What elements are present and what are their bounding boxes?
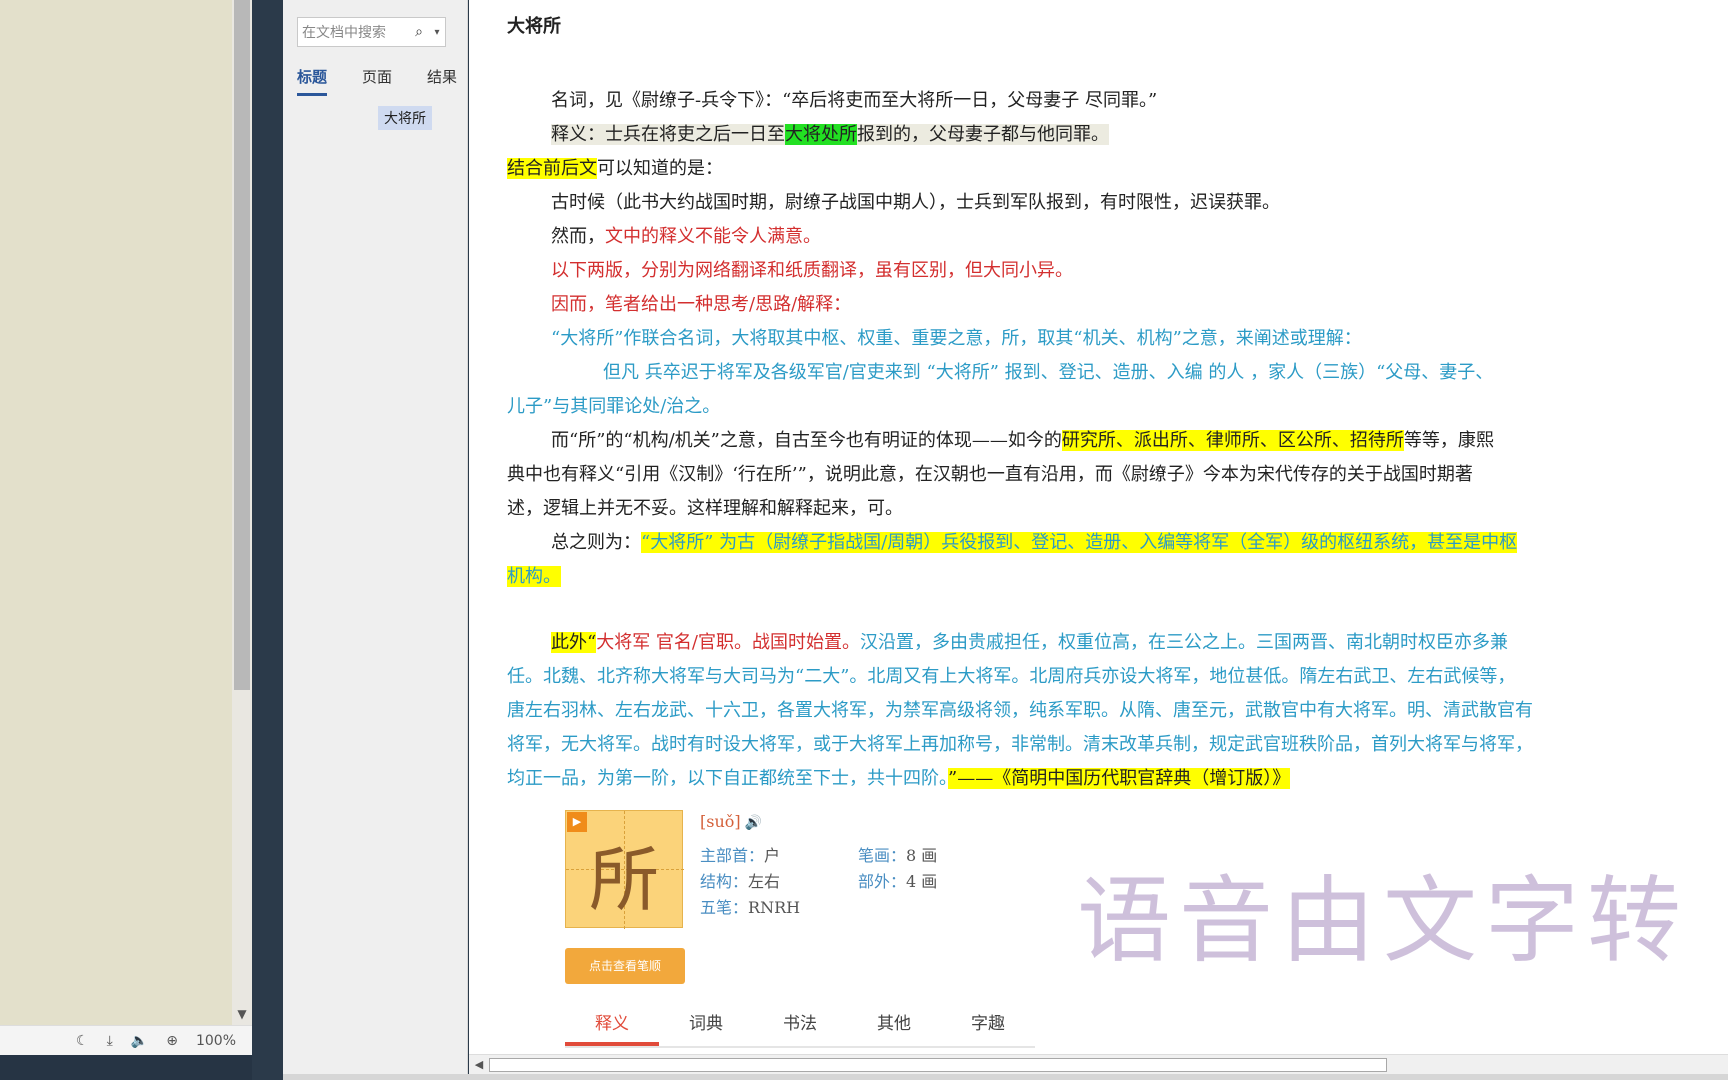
text-run: 大将军 官名/官职。战国时始置。	[596, 632, 860, 653]
document-page[interactable]: 大将所 名词，见《尉缭子-兵令下》：“卒后将吏而至大将所一日，父母妻子 尽同罪。…	[469, 0, 1728, 1056]
bottom-border	[283, 1074, 1728, 1080]
text-run: 报到的，父母妻子都与他同罪。	[857, 124, 1109, 145]
watermark-text: 语音由文字转	[1077, 867, 1690, 976]
paragraph: 任。北魏、北齐称大将军与大司马为“二大”。北周又有上大将军。北周府兵亦设大将军，…	[507, 666, 1516, 687]
horizontal-scrollbar[interactable]: ◀	[469, 1054, 1728, 1074]
paragraph: 名词，见《尉缭子-兵令下》：“卒后将吏而至大将所一日，父母妻子 尽同罪。”	[551, 90, 1158, 111]
pinyin: [suǒ] 🔊	[700, 812, 762, 831]
dict-tab-fun[interactable]: 字趣	[941, 1004, 1035, 1046]
speaker-icon[interactable]: 🔊	[745, 815, 762, 831]
doc-title: 大将所	[507, 16, 561, 37]
search-placeholder[interactable]: 在文档中搜索	[302, 22, 409, 42]
paragraph: 典中也有释义“引用《汉制》‘行在所’”，说明此意，在汉朝也一直有沿用，而《尉缭子…	[507, 464, 1473, 485]
text-run: 释义：士兵在将吏之后一日至	[551, 124, 785, 145]
paragraph: 唐左右羽林、左右龙武、十六卫，各置大将军，为禁军高级将领，纯系军职。从隋、唐至元…	[507, 700, 1533, 721]
scroll-left-arrow-icon[interactable]: ◀	[471, 1057, 487, 1073]
character-glyph: 所	[589, 839, 659, 921]
paragraph: 述，逻辑上并无不妥。这样理解和解释起来，可。	[507, 498, 903, 519]
zoom-in-icon[interactable]: ⊕	[166, 1033, 178, 1049]
status-bar: ☾ ⤓ 🔈 ⊕ 100%	[0, 1025, 252, 1055]
paragraph: 古时候（此书大约战国时期，尉缭子战国中期人），士兵到军队报到，有时限性，迟误获罪…	[551, 192, 1280, 213]
dict-tab-calligraphy[interactable]: 书法	[753, 1004, 847, 1046]
paragraph: 而“所”的“机构/机关”之意，自古至今也有明证的体现——如今的研究所、派出所、律…	[551, 428, 1494, 454]
dict-value: 左右	[748, 872, 781, 891]
scroll-down-arrow-icon[interactable]: ▼	[234, 1005, 250, 1023]
dict-label: 五笔：	[700, 898, 749, 917]
dict-value: 4 画	[906, 872, 938, 891]
paragraph: 均正一品，为第一阶，以下自正都统至下士，共十四阶。”——《简明中国历代职官辞典（…	[507, 766, 1291, 792]
dict-radical: 主部首：户	[700, 842, 780, 866]
pinyin-text: [suǒ]	[700, 812, 741, 831]
text-run: 而“所”的“机构/机关”之意，自古至今也有明证的体现——如今的	[551, 430, 1062, 451]
paragraph: 将军，无大将军。战时有时设大将军，或于大将军上再加称号，非常制。清末改革兵制，规…	[507, 734, 1533, 755]
highlighted-text: 大将处所	[785, 124, 857, 145]
tab-pages[interactable]: 页面	[362, 66, 392, 96]
text-run: 总之则为：	[551, 532, 641, 553]
tab-headings[interactable]: 标题	[297, 66, 328, 96]
vertical-scrollbar-thumb[interactable]	[234, 0, 250, 690]
dict-label: 结构：	[700, 872, 749, 891]
dictionary-tabs: 释义 词典 书法 其他 字趣	[565, 1004, 1035, 1048]
highlighted-text: ”——《简明中国历代职官辞典（增订版）》	[948, 768, 1291, 789]
dict-tab-dictionary[interactable]: 词典	[659, 1004, 753, 1046]
dict-value: 户	[764, 846, 781, 865]
paragraph: 此外“大将军 官名/官职。战国时始置。汉沿置，多由贵戚担任，权重位高，在三公之上…	[551, 630, 1508, 656]
speaker-icon[interactable]: 🔈	[131, 1033, 148, 1049]
text-run: 文中的释义不能令人满意。	[605, 226, 821, 247]
dict-tab-definition[interactable]: 释义	[565, 1004, 659, 1046]
nav-search-input[interactable]: 在文档中搜索 ⌕ ▾	[297, 17, 446, 47]
text-run: 可以知道的是：	[597, 158, 723, 179]
navigation-pane: 在文档中搜索 ⌕ ▾ 标题 页面 结果 大将所	[283, 0, 468, 1080]
highlighted-text: 机构。	[507, 566, 561, 587]
dict-wubi: 五笔：RNRH	[700, 894, 800, 918]
dict-strokes: 笔画：8 画	[858, 842, 937, 866]
chevron-down-icon[interactable]: ▾	[429, 27, 445, 38]
dict-structure: 结构：左右	[700, 868, 780, 892]
stroke-order-button[interactable]: 点击查看笔顺	[565, 948, 685, 984]
dict-label: 部外：	[858, 872, 907, 891]
paragraph: 因而，笔者给出一种思考/思路/解释：	[551, 294, 852, 315]
text-run: 然而，	[551, 226, 605, 247]
dict-label: 主部首：	[700, 846, 765, 865]
highlighted-text: “大将所” 为古（尉缭子指战国/周朝）兵役报到、登记、造册、入编等将军（全军）级…	[641, 532, 1518, 553]
text-run: 汉沿置，多由贵戚担任，权重位高，在三公之上。三国两晋、南北朝时权臣亦多兼	[860, 632, 1508, 653]
nav-heading-item[interactable]: 大将所	[378, 106, 432, 130]
highlighted-text: 此外“	[551, 632, 597, 653]
paragraph: 儿子”与其同罪论处/治之。	[507, 396, 721, 417]
paragraph: 结合前后文可以知道的是：	[507, 156, 723, 182]
highlighted-text: 结合前后文	[507, 158, 597, 179]
paragraph: 但凡 兵卒迟于将军及各级军官/官吏来到 “大将所” 报到、登记、造册、入编 的人…	[603, 362, 1494, 383]
dict-value: RNRH	[748, 898, 801, 917]
dict-label: 笔画：	[858, 846, 907, 865]
text-run: 均正一品，为第一阶，以下自正都统至下士，共十四阶。	[507, 768, 948, 789]
moon-icon[interactable]: ☾	[76, 1033, 89, 1049]
paragraph: 以下两版，分别为网络翻译和纸质翻译，虽有区别，但大同小异。	[551, 260, 1073, 281]
download-icon[interactable]: ⤓	[107, 1033, 113, 1049]
paragraph: 释义：士兵在将吏之后一日至大将处所报到的，父母妻子都与他同罪。	[551, 122, 1109, 148]
text-run: 等等，康熙	[1403, 430, 1494, 451]
dict-tab-other[interactable]: 其他	[847, 1004, 941, 1046]
paragraph: “大将所”作联合名词，大将取其中枢、权重、重要之意，所，取其“机关、机构”之意，…	[551, 328, 1362, 349]
horizontal-scrollbar-thumb[interactable]	[489, 1058, 1387, 1072]
search-icon[interactable]: ⌕	[409, 24, 429, 40]
dict-outside: 部外：4 画	[858, 868, 937, 892]
paragraph: 总之则为：“大将所” 为古（尉缭子指战国/周朝）兵役报到、登记、造册、入编等将军…	[551, 530, 1518, 556]
tab-results[interactable]: 结果	[427, 66, 457, 96]
dict-value: 8 画	[906, 846, 938, 865]
paragraph: 然而，文中的释义不能令人满意。	[551, 224, 821, 250]
dictionary-card: ▶ 所 点击查看笔顺 [suǒ] 🔊 主部首：户 笔画：8 画 结构：左右 部外：…	[565, 810, 1035, 1050]
nav-tabs: 标题 页面 结果	[297, 66, 457, 96]
highlighted-text: 研究所、派出所、律师所、区公所、招待所	[1061, 430, 1404, 451]
left-document-area	[0, 0, 232, 1025]
paragraph: 机构。	[507, 564, 561, 590]
zoom-level[interactable]: 100%	[196, 1033, 236, 1049]
left-window: ▼ ☾ ⤓ 🔈 ⊕ 100%	[0, 0, 252, 1080]
